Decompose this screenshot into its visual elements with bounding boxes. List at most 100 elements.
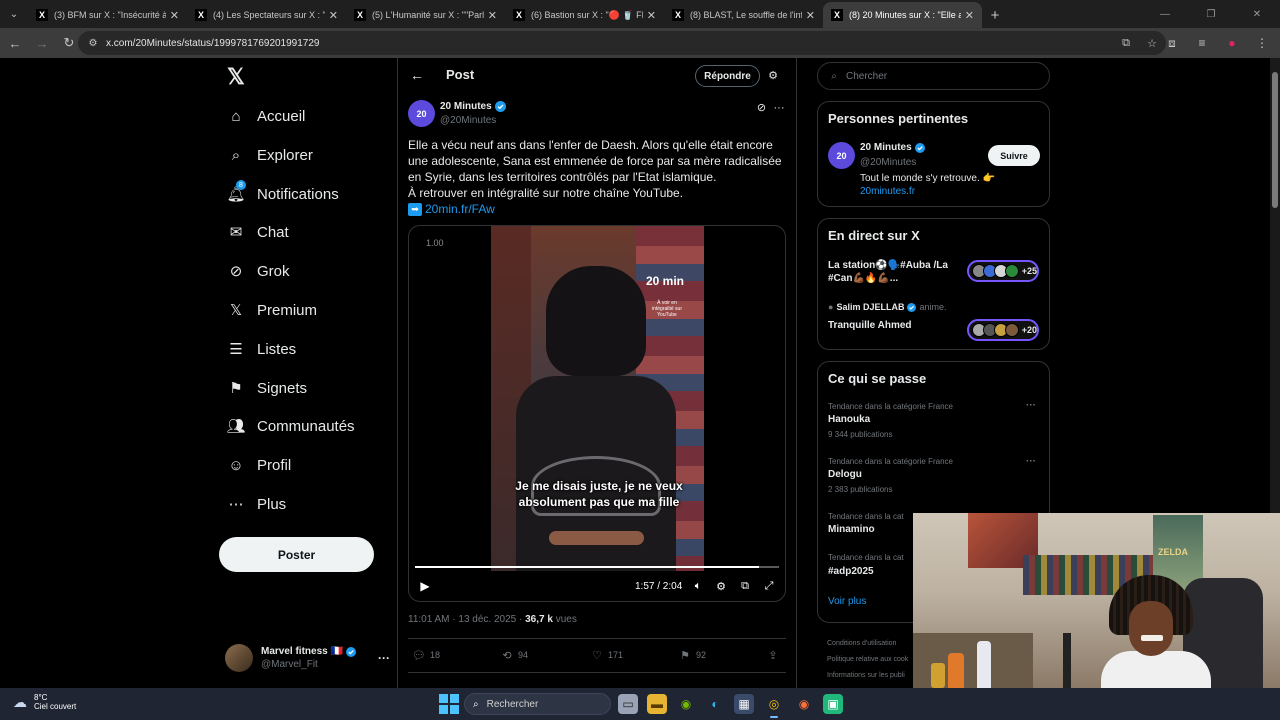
filter-sliders-icon[interactable]: ⚙	[766, 68, 780, 82]
close-tab-icon[interactable]: ✕	[329, 9, 338, 22]
tweet-link[interactable]: 20min.fr/FAw	[425, 201, 495, 217]
browser-tab[interactable]: X (8) BLAST, Le souffle de l'info su ✕	[664, 2, 823, 28]
scrollbar-thumb[interactable]	[1272, 72, 1278, 208]
bookmark-action[interactable]: ⚑ 92	[678, 648, 706, 662]
play-icon[interactable]: ▶	[417, 578, 433, 594]
live-host[interactable]: Salim DJELLAB	[836, 302, 904, 312]
install-app-icon[interactable]: ⧉	[1118, 35, 1134, 51]
new-tab-plus-icon[interactable]: +	[982, 2, 1008, 28]
volume-icon[interactable]: 🔈︎	[691, 579, 705, 593]
browser-tab-active[interactable]: X (8) 20 Minutes sur X : "Elle a véc ✕	[823, 2, 982, 28]
video-progress-bar[interactable]	[415, 566, 779, 568]
site-info-icon[interactable]: ⚙	[86, 36, 100, 50]
nav-item-explore[interactable]: ⌕ Explorer	[227, 140, 313, 170]
url-text[interactable]: x.com/20Minutes/status/19997817692019917…	[106, 38, 320, 49]
address-bar[interactable]: ⚙ x.com/20Minutes/status/199978176920199…	[78, 31, 1166, 55]
app-icon[interactable]: ▣	[823, 694, 843, 714]
like-action[interactable]: ♡ 171	[590, 648, 623, 662]
chrome-icon[interactable]: ◎	[764, 694, 784, 718]
weather-widget[interactable]: ☁ 8°C Ciel couvert	[10, 692, 76, 712]
maximize-icon[interactable]: ❐	[1188, 0, 1234, 28]
relevant-name-row[interactable]: 20 Minutes	[860, 142, 925, 153]
bookmark-star-icon[interactable]: ☆	[1144, 35, 1160, 51]
reply-button[interactable]: Répondre	[695, 65, 760, 87]
relevant-handle[interactable]: @20Minutes	[860, 157, 916, 168]
store-icon[interactable]: ▦	[734, 694, 754, 714]
task-view-icon[interactable]: ▭	[618, 694, 638, 714]
reading-list-icon[interactable]: ≡	[1190, 31, 1214, 55]
trend-more-icon[interactable]: ···	[1026, 456, 1036, 467]
edge-icon[interactable]: ◐	[705, 694, 725, 714]
close-tab-icon[interactable]: ✕	[488, 9, 497, 22]
tweet-more-icon[interactable]: ···	[772, 101, 786, 114]
nvidia-icon[interactable]: ◉	[676, 694, 696, 714]
share-action[interactable]: ⇪	[766, 648, 780, 662]
reply-action[interactable]: 💬︎ 18	[412, 648, 440, 662]
back-arrow-icon[interactable]: ←	[409, 67, 425, 83]
relevant-url[interactable]: 20minutes.fr	[860, 186, 915, 197]
close-tab-icon[interactable]: ✕	[647, 9, 656, 22]
trend-name[interactable]: Hanouka	[828, 414, 870, 425]
trend-more-icon[interactable]: ···	[1026, 400, 1036, 411]
nav-item-more[interactable]: ⋯ Plus	[227, 489, 287, 519]
trend-name[interactable]: #adp2025	[828, 566, 874, 577]
extensions-icon[interactable]: ⧈	[1160, 31, 1184, 55]
see-more-link[interactable]: Voir plus	[828, 596, 866, 607]
footer-link[interactable]: Politique relative aux cook	[827, 652, 917, 668]
live-title[interactable]: Tranquille Ahmed	[828, 319, 958, 332]
repost-action[interactable]: ⟲ 94	[500, 648, 528, 662]
file-explorer-icon[interactable]: ▬	[647, 694, 667, 714]
grok-explain-icon[interactable]: ⊘	[755, 101, 768, 114]
video-frame[interactable]: 20 min À voir en intégralité sur YouTube…	[491, 226, 704, 571]
close-tab-icon[interactable]: ✕	[170, 9, 179, 22]
taskbar-search[interactable]: ⌕ Rechercher	[464, 693, 611, 715]
settings-gear-icon[interactable]: ⚙	[714, 579, 728, 593]
minimize-icon[interactable]: —	[1142, 0, 1188, 28]
account-more-icon[interactable]: ···	[378, 651, 390, 665]
account-switcher[interactable]: Marvel fitness 🇫🇷 @Marvel_Fit ···	[225, 643, 390, 673]
nav-item-premium[interactable]: 𝕏 Premium	[227, 295, 317, 325]
nav-item-communities[interactable]: 👥︎ Communautés	[226, 411, 354, 441]
nav-item-lists[interactable]: ☰ Listes	[227, 334, 296, 364]
live-title[interactable]: La station⚽🗣️#Auba /La #Can💪🏾🔥💪🏾...	[828, 259, 958, 285]
follow-button[interactable]: Suivre	[988, 145, 1040, 166]
x-logo-icon[interactable]: 𝕏	[227, 66, 249, 88]
close-tab-icon[interactable]: ✕	[806, 9, 815, 22]
close-window-icon[interactable]: ✕	[1234, 0, 1280, 28]
browser-tab[interactable]: X (5) L'Humanité sur X : ""Parler d ✕	[346, 2, 505, 28]
firefox-icon[interactable]: ◉	[794, 694, 814, 714]
browser-menu-icon[interactable]: ⋮	[1250, 31, 1274, 55]
back-icon[interactable]: ←	[3, 31, 27, 55]
live-participants[interactable]: +25	[967, 260, 1039, 282]
forward-icon[interactable]: →	[30, 31, 54, 55]
tab-search-chevron-icon[interactable]: ⌄	[0, 0, 28, 28]
post-button[interactable]: Poster	[219, 537, 374, 572]
nav-item-profile[interactable]: ☺ Profil	[227, 450, 291, 480]
tweet-date[interactable]: 11:01 AM · 13 déc. 2025 ·	[408, 614, 525, 625]
tweet-handle[interactable]: @20Minutes	[440, 115, 496, 126]
fullscreen-icon[interactable]: ⤢	[762, 579, 776, 593]
nav-item-grok[interactable]: ⊘ Grok	[227, 256, 290, 286]
nav-item-home[interactable]: ⌂ Accueil	[227, 101, 305, 131]
avatar[interactable]: 20	[408, 100, 435, 127]
live-participants[interactable]: +20	[967, 319, 1039, 341]
trend-name[interactable]: Minamino	[828, 524, 875, 535]
tweet-author-row[interactable]: 20 Minutes	[440, 101, 506, 112]
browser-tab[interactable]: X (6) Bastion sur X : "🔴 🥤 FR AL ✕	[505, 2, 664, 28]
windows-start-icon[interactable]	[439, 694, 459, 714]
tweet-author-name[interactable]: 20 Minutes	[440, 101, 492, 112]
picture-in-picture-icon[interactable]: ⧉	[738, 579, 752, 593]
nav-item-notifications[interactable]: 🔔︎ 8 Notifications	[226, 179, 339, 209]
footer-link[interactable]: Informations sur les publi	[827, 668, 917, 684]
browser-tab[interactable]: X (3) BFM sur X : "Insécurité à Ma ✕	[28, 2, 187, 28]
trend-name[interactable]: Delogu	[828, 469, 862, 480]
profile-avatar-icon[interactable]: ●	[1220, 31, 1244, 55]
footer-link[interactable]: Conditions d'utilisation	[827, 636, 917, 652]
nav-item-bookmarks[interactable]: ⚑ Signets	[227, 373, 307, 403]
video-player[interactable]: 1.00 20 min À voir en intégralité sur Yo…	[408, 225, 786, 602]
close-tab-icon[interactable]: ✕	[965, 9, 974, 22]
nav-item-chat[interactable]: ✉ Chat	[227, 217, 289, 247]
avatar[interactable]: 20	[828, 142, 855, 169]
browser-tab[interactable]: X (4) Les Spectateurs sur X : "🔴 B ✕	[187, 2, 346, 28]
relevant-name[interactable]: 20 Minutes	[860, 142, 912, 153]
